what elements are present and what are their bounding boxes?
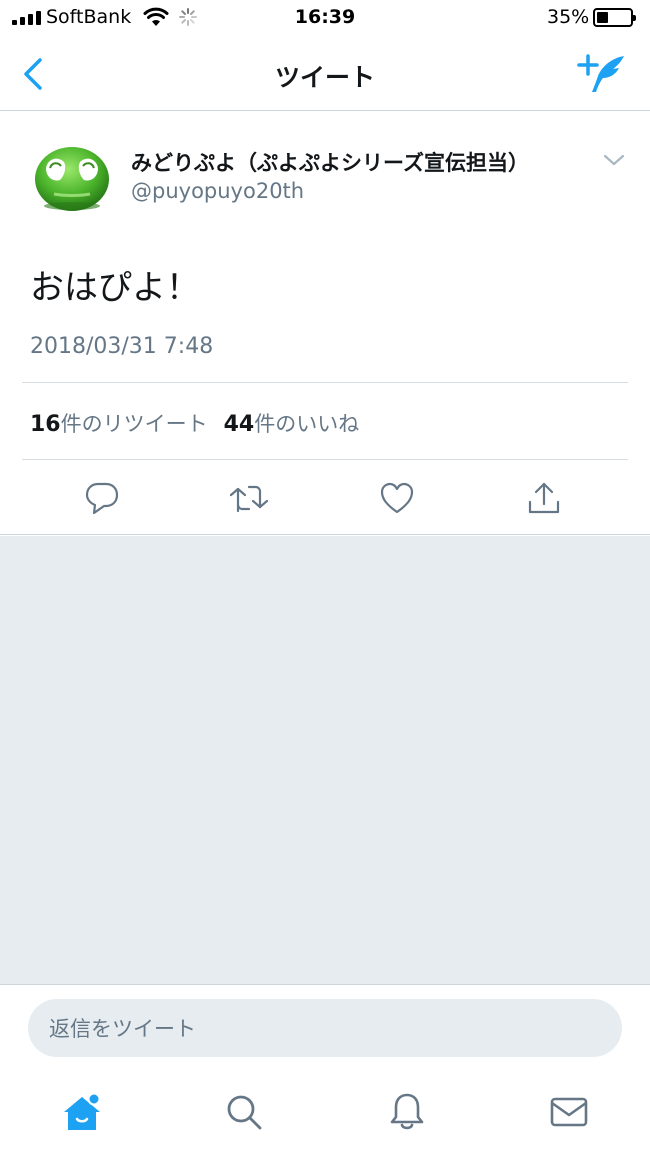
like-stat[interactable]: 44件のいいね bbox=[223, 412, 360, 437]
like-label: 件のいいね bbox=[254, 412, 360, 436]
reply-input[interactable]: 返信をツイート bbox=[28, 999, 622, 1057]
reply-bar: 返信をツイート bbox=[0, 984, 650, 1072]
messages-icon bbox=[550, 1097, 588, 1127]
tweet-stats: 16件のリツイート 44件のいいね bbox=[30, 408, 359, 438]
tab-home[interactable] bbox=[60, 1090, 104, 1134]
tab-search[interactable] bbox=[222, 1090, 266, 1134]
retweet-button[interactable] bbox=[229, 478, 269, 518]
battery-percentage: 35% bbox=[547, 6, 590, 28]
navigation-bar: ツイート bbox=[0, 38, 650, 111]
share-icon bbox=[528, 482, 560, 514]
replies-area bbox=[0, 536, 650, 984]
like-button[interactable] bbox=[377, 478, 417, 518]
share-button[interactable] bbox=[524, 478, 564, 518]
tab-bar bbox=[0, 1072, 650, 1156]
reply-icon bbox=[85, 482, 119, 515]
battery-icon bbox=[593, 8, 636, 27]
battery-level-fill bbox=[597, 12, 608, 23]
tweet-actions bbox=[0, 468, 650, 528]
retweet-count: 16 bbox=[30, 412, 61, 437]
retweet-icon bbox=[229, 485, 269, 513]
display-name[interactable]: みどりぷよ（ぷよぷよシリーズ宣伝担当） bbox=[131, 147, 529, 177]
tweet-detail: みどりぷよ（ぷよぷよシリーズ宣伝担当） @puyopuyo20th おはぴよ！ … bbox=[0, 112, 650, 535]
tab-messages[interactable] bbox=[547, 1090, 591, 1134]
retweet-stat[interactable]: 16件のリツイート bbox=[30, 412, 208, 437]
tab-notifications[interactable] bbox=[385, 1090, 429, 1134]
compose-tweet-icon[interactable] bbox=[576, 52, 628, 96]
page-title: ツイート bbox=[274, 63, 375, 92]
divider bbox=[22, 459, 628, 460]
like-count: 44 bbox=[223, 412, 255, 437]
user-handle[interactable]: @puyopuyo20th bbox=[131, 179, 304, 203]
status-bar: SoftBank 16:39 35% bbox=[0, 0, 650, 38]
like-icon bbox=[380, 482, 414, 514]
retweet-label: 件のリツイート bbox=[60, 412, 208, 436]
avatar[interactable] bbox=[34, 144, 110, 212]
reply-button[interactable] bbox=[82, 478, 122, 518]
tweet-text: おはぴよ！ bbox=[30, 268, 200, 308]
divider bbox=[22, 382, 628, 383]
tweet-timestamp: 2018/03/31 7:48 bbox=[30, 334, 214, 359]
search-icon bbox=[227, 1095, 262, 1130]
home-icon bbox=[64, 1092, 101, 1130]
notifications-icon bbox=[390, 1093, 424, 1130]
chevron-down-icon[interactable] bbox=[602, 152, 626, 168]
